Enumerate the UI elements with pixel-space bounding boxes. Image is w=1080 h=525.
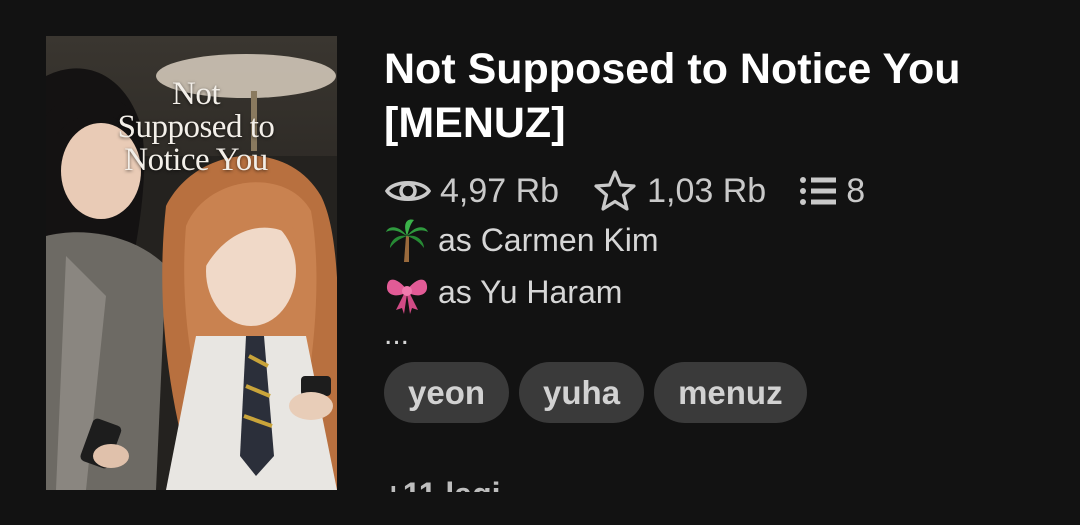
cover-title-line: Not xyxy=(172,76,221,112)
story-info: Not Supposed to Notice You [MENUZ] 4,97 … xyxy=(384,42,1064,423)
tag-list: yeon yuha menuz xyxy=(384,362,1064,423)
parts-count: 8 xyxy=(846,171,866,210)
tag-chip[interactable]: yeon xyxy=(384,362,510,423)
cover-title-line: Notice You xyxy=(124,142,268,178)
cast-text: as Yu Haram xyxy=(438,274,623,310)
list-icon xyxy=(800,177,837,205)
book-cover[interactable]: Not Supposed to Notice You xyxy=(46,36,337,490)
reads-stat: 4,97 Rb xyxy=(384,172,559,211)
tag-chip[interactable]: yuha xyxy=(519,362,645,423)
star-icon xyxy=(594,170,636,211)
more-tags-link[interactable]: +11 lagi xyxy=(384,478,684,492)
palm-tree-icon xyxy=(386,219,428,262)
reads-count: 4,97 Rb xyxy=(440,171,560,210)
eye-icon xyxy=(384,181,432,201)
description-ellipsis: ... xyxy=(384,318,410,351)
cover-title-line: Supposed to xyxy=(117,109,275,145)
cast-line: as Yu Haram xyxy=(384,266,1064,318)
parts-stat: 8 xyxy=(798,172,865,211)
cast-text: as Carmen Kim xyxy=(438,222,659,258)
ribbon-icon xyxy=(386,279,428,314)
votes-stat: 1,03 Rb xyxy=(591,169,766,213)
cast-line: as Carmen Kim xyxy=(384,214,1064,266)
tag-chip[interactable]: menuz xyxy=(654,362,807,423)
cover-title: Not Supposed to Notice You xyxy=(46,78,337,177)
story-title[interactable]: Not Supposed to Notice You [MENUZ] xyxy=(384,42,1064,150)
story-stats: 4,97 Rb 1,03 Rb 8 xyxy=(384,168,1064,214)
story-card[interactable]: Not Supposed to Notice You Not Supposed … xyxy=(0,0,1080,525)
votes-count: 1,03 Rb xyxy=(647,171,767,210)
